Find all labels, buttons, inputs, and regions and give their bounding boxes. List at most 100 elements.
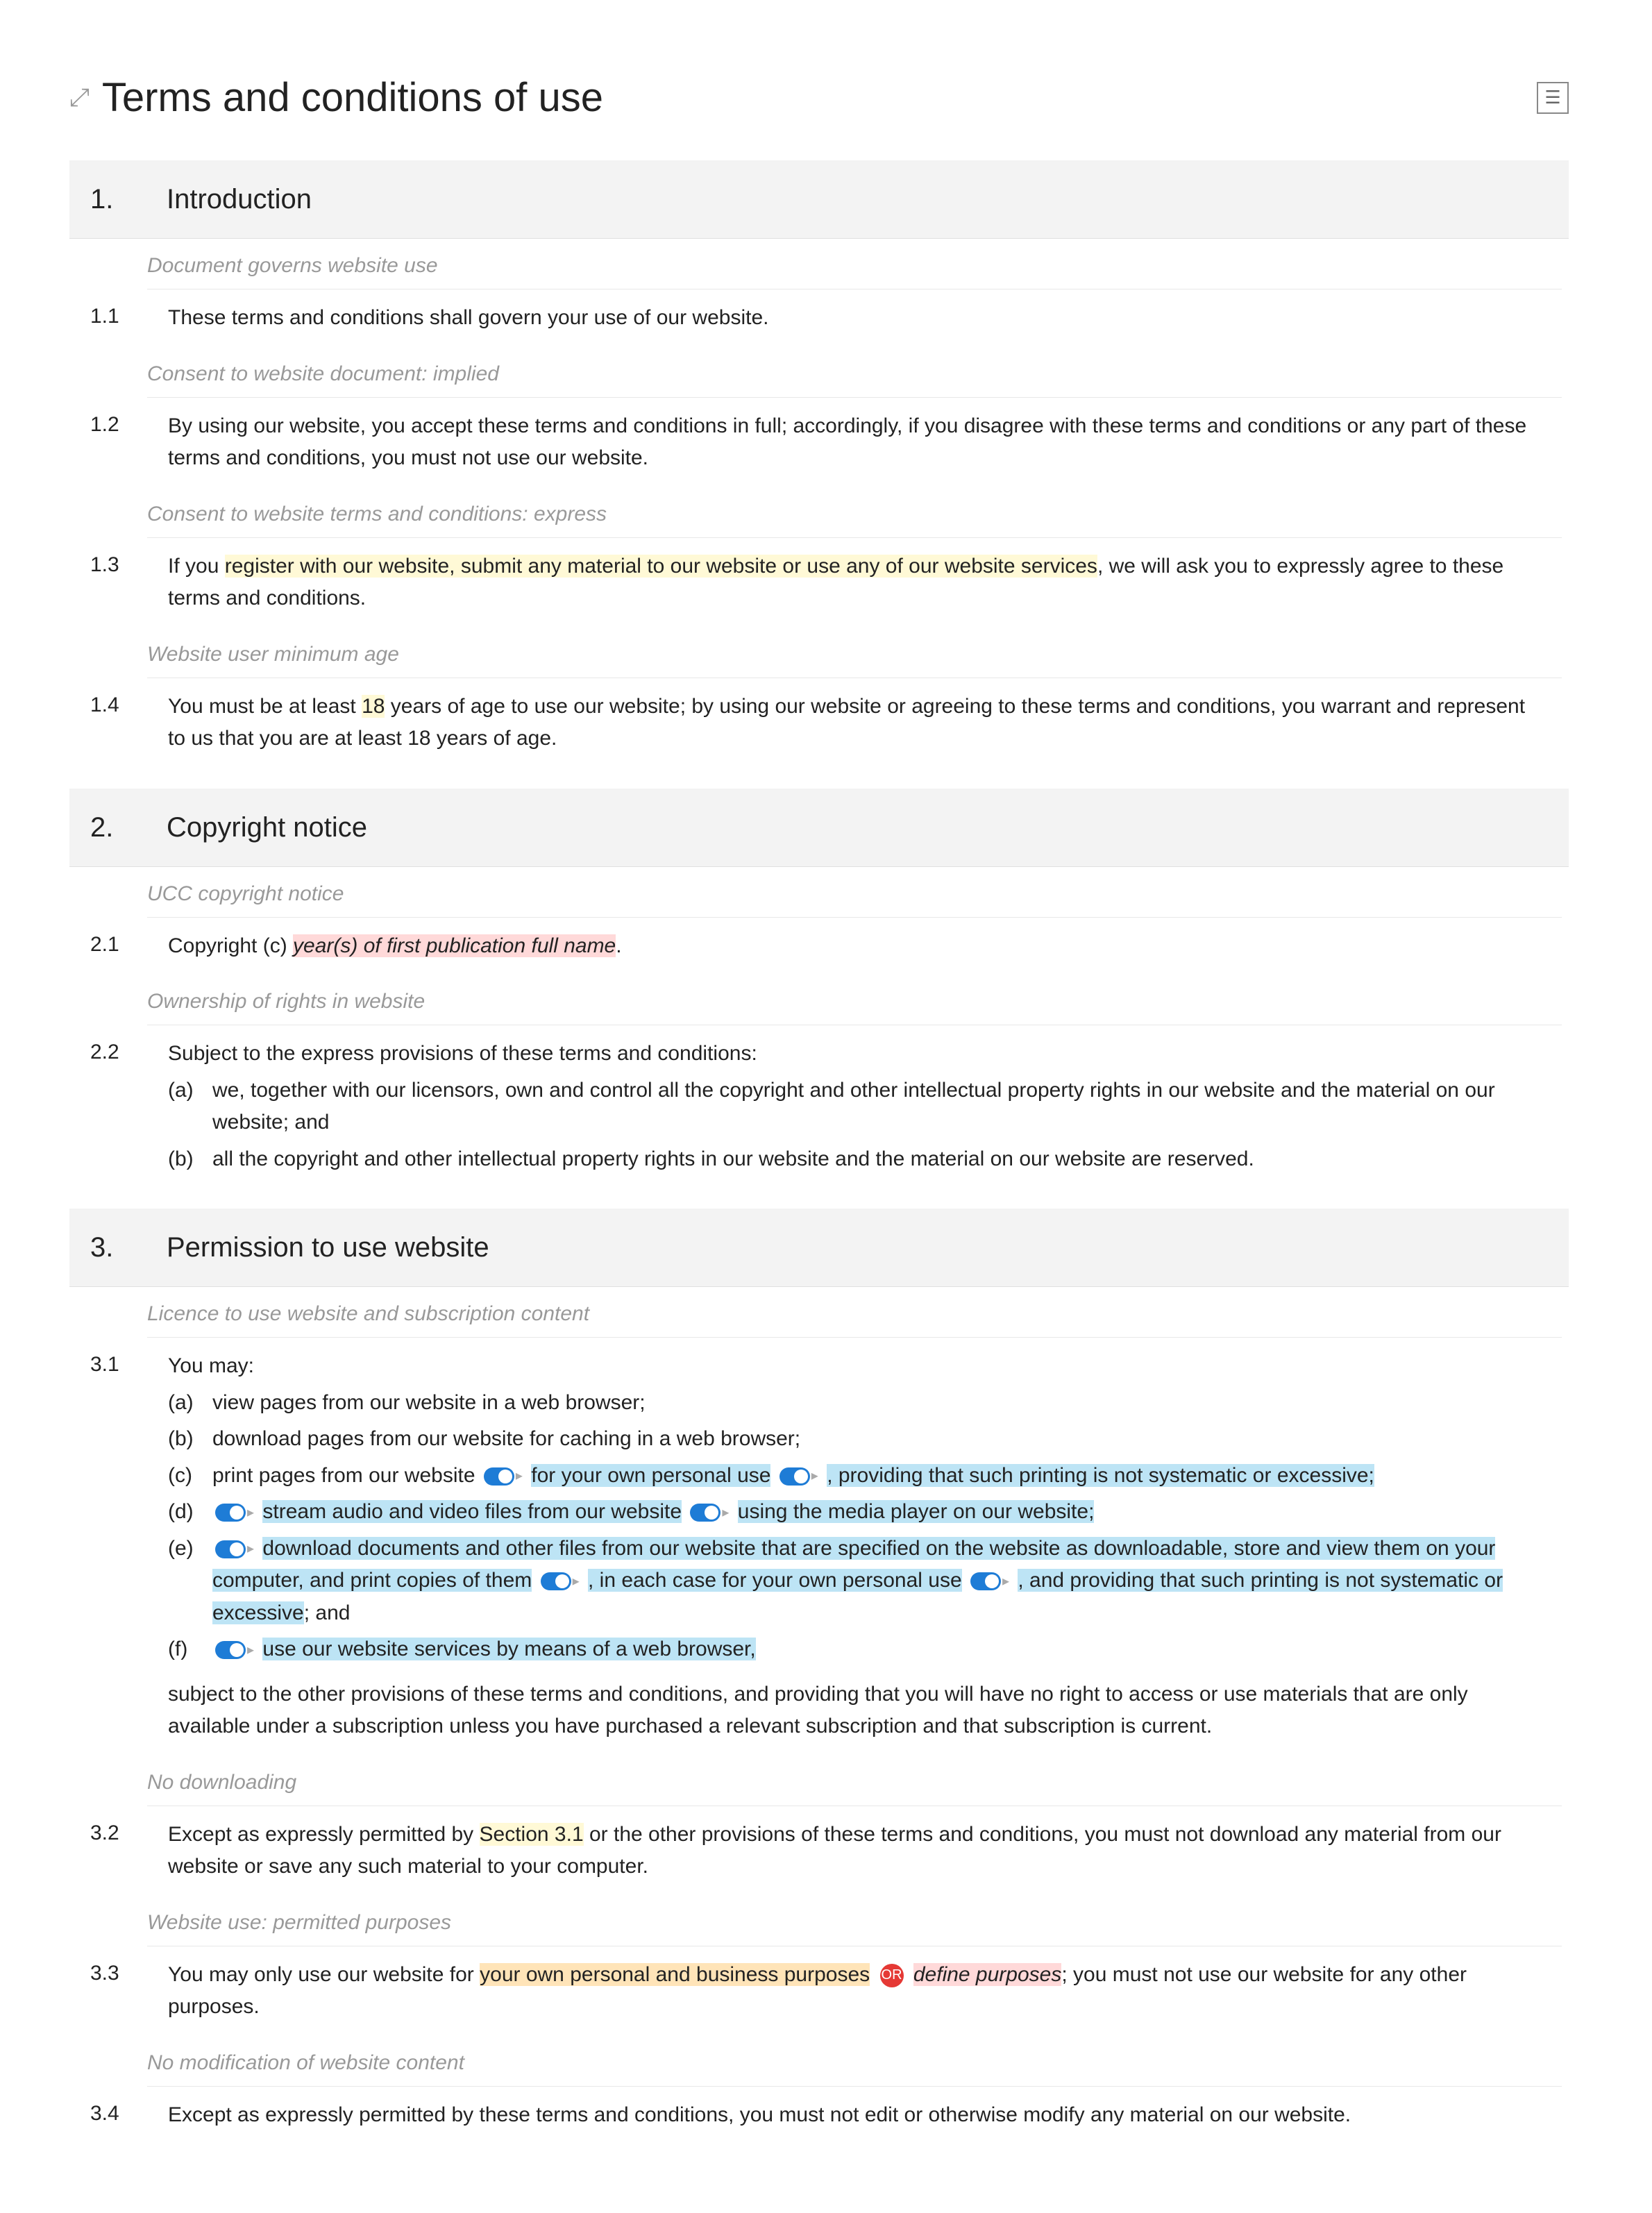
toggle-switch[interactable]: ▸	[215, 1538, 254, 1560]
clause: 2.1 Copyright (c) year(s) of first publi…	[69, 918, 1569, 975]
optional-text[interactable]: , providing that such printing is not sy…	[827, 1464, 1374, 1487]
section-header-3: 3. Permission to use website	[69, 1209, 1569, 1287]
clause-text: Copyright (c)	[168, 934, 293, 957]
chevron-right-icon: ▸	[573, 1571, 580, 1592]
toggle-pill-icon	[215, 1540, 246, 1558]
clause-body: These terms and conditions shall govern …	[168, 302, 1548, 335]
sub-list: (a) view pages from our website in a web…	[168, 1387, 1548, 1666]
clause-text: If you	[168, 555, 225, 578]
clause-body: You may only use our website for your ow…	[168, 1959, 1548, 2023]
toggle-pill-icon	[970, 1572, 1001, 1590]
item-plain: ; and	[304, 1601, 351, 1624]
chevron-right-icon: ▸	[247, 1538, 254, 1560]
toggle-switch[interactable]: ▸	[779, 1465, 818, 1487]
optional-text[interactable]: , in each case for your own personal use	[588, 1569, 962, 1592]
item-letter: (f)	[168, 1633, 203, 1666]
list-item: (f) ▸ use our website services by means …	[168, 1633, 1548, 1666]
clause: 3.3 You may only use our website for you…	[69, 1946, 1569, 2036]
note: Ownership of rights in website	[147, 975, 1562, 1025]
toggle-pill-icon	[215, 1641, 246, 1659]
item-text: view pages from our website in a web bro…	[212, 1387, 1548, 1420]
toggle-pill-icon	[779, 1467, 810, 1486]
sub-list: (a) we, together with our licensors, own…	[168, 1075, 1548, 1176]
clause: 1.3 If you register with our website, su…	[69, 538, 1569, 628]
clause-text: You must be at least	[168, 695, 362, 718]
optional-text[interactable]: stream audio and video files from our we…	[262, 1500, 682, 1523]
item-letter: (d)	[168, 1496, 203, 1529]
note: Website user minimum age	[147, 628, 1562, 678]
clause-intro: Subject to the express provisions of the…	[168, 1038, 1548, 1070]
clause-number: 2.2	[90, 1038, 133, 1175]
clause-text: .	[616, 934, 621, 957]
item-letter: (a)	[168, 1387, 203, 1420]
page-title: Terms and conditions of use	[102, 69, 603, 126]
toggle-switch[interactable]: ▸	[484, 1465, 523, 1487]
option-text[interactable]: your own personal and business purposes	[480, 1963, 870, 1986]
item-text: ▸ download documents and other files fro…	[212, 1533, 1548, 1630]
clause-number: 1.3	[90, 550, 133, 615]
toggle-pill-icon	[484, 1467, 514, 1486]
item-text: ▸ stream audio and video files from our …	[212, 1496, 1548, 1529]
clause-number: 3.1	[90, 1350, 133, 1743]
toggle-pill-icon	[690, 1504, 720, 1522]
item-text: all the copyright and other intellectual…	[212, 1143, 1548, 1176]
clause-body: Except as expressly permitted by these t…	[168, 2099, 1548, 2132]
note: Document governs website use	[147, 239, 1562, 289]
optional-text[interactable]: for your own personal use	[531, 1464, 770, 1487]
toggle-switch[interactable]: ▸	[215, 1640, 254, 1661]
clause: 2.2 Subject to the express provisions of…	[69, 1025, 1569, 1188]
expand-icon[interactable]: ⤢	[69, 80, 90, 115]
placeholder-field[interactable]: define purposes	[913, 1963, 1062, 1986]
optional-text[interactable]: use our website services by means of a w…	[262, 1638, 755, 1660]
chevron-right-icon: ▸	[516, 1465, 523, 1487]
clause-number: 2.1	[90, 930, 133, 963]
item-text: we, together with our licensors, own and…	[212, 1075, 1548, 1139]
clause-text: You may only use our website for	[168, 1963, 480, 1986]
editable-field[interactable]: register with our website, submit any ma…	[225, 555, 1097, 578]
section-title: Copyright notice	[167, 808, 367, 847]
or-badge[interactable]: OR	[880, 1964, 904, 1987]
clause-body: Subject to the express provisions of the…	[168, 1038, 1548, 1175]
item-letter: (b)	[168, 1143, 203, 1176]
editable-field[interactable]: 18	[362, 695, 385, 718]
note: Website use: permitted purposes	[147, 1896, 1562, 1946]
clause-number: 1.4	[90, 691, 133, 755]
toggle-switch[interactable]: ▸	[690, 1502, 729, 1524]
clause: 1.4 You must be at least 18 years of age…	[69, 678, 1569, 768]
section-header-2: 2. Copyright notice	[69, 789, 1569, 867]
item-letter: (c)	[168, 1460, 203, 1492]
item-letter: (a)	[168, 1075, 203, 1139]
chevron-right-icon: ▸	[247, 1640, 254, 1661]
clause: 3.1 You may: (a) view pages from our web…	[69, 1338, 1569, 1756]
section-title: Introduction	[167, 180, 312, 219]
editable-field[interactable]: Section 3.1	[480, 1823, 584, 1846]
note: No modification of website content	[147, 2036, 1562, 2087]
section-number: 2.	[90, 808, 132, 847]
list-icon: ☰	[1544, 85, 1560, 110]
item-text: download pages from our website for cach…	[212, 1423, 1548, 1456]
placeholder-field[interactable]: year(s) of first publication full name	[293, 934, 616, 957]
clause-outro: subject to the other provisions of these…	[168, 1678, 1548, 1743]
clause: 1.2 By using our website, you accept the…	[69, 398, 1569, 487]
clause-number: 1.1	[90, 302, 133, 335]
toc-button[interactable]: ☰	[1537, 82, 1569, 114]
chevron-right-icon: ▸	[247, 1502, 254, 1524]
clause-body: If you register with our website, submit…	[168, 550, 1548, 615]
toggle-switch[interactable]: ▸	[215, 1502, 254, 1524]
toggle-switch[interactable]: ▸	[970, 1571, 1009, 1592]
item-text: ▸ use our website services by means of a…	[212, 1633, 1548, 1666]
title-wrap: ⤢ Terms and conditions of use	[69, 69, 603, 126]
toggle-switch[interactable]: ▸	[541, 1571, 580, 1592]
list-item: (a) view pages from our website in a web…	[168, 1387, 1548, 1420]
note: Licence to use website and subscription …	[147, 1287, 1562, 1338]
clause-body: Except as expressly permitted by Section…	[168, 1819, 1548, 1883]
clause-body: You must be at least 18 years of age to …	[168, 691, 1548, 755]
clause-text: Except as expressly permitted by	[168, 1823, 480, 1846]
item-plain: print pages from our website	[212, 1464, 475, 1487]
clause-number: 3.4	[90, 2099, 133, 2132]
list-item: (b) download pages from our website for …	[168, 1423, 1548, 1456]
optional-text[interactable]: using the media player on our website;	[738, 1500, 1095, 1523]
chevron-right-icon: ▸	[722, 1502, 729, 1524]
clause-number: 1.2	[90, 410, 133, 475]
chevron-right-icon: ▸	[811, 1465, 818, 1487]
